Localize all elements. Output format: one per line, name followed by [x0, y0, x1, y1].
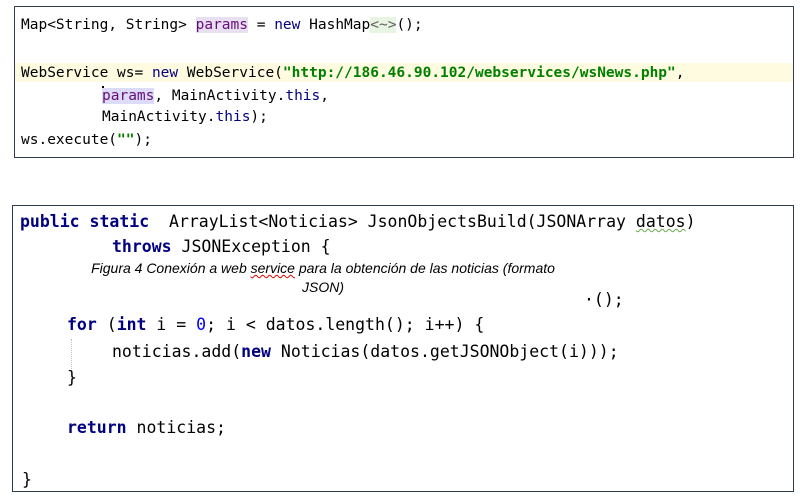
code-line-5: ws.execute(""); [21, 132, 152, 148]
code-line-2: WebService ws= new WebService("http://18… [21, 65, 685, 81]
code-line-3: params, MainActivity.this, [102, 86, 329, 104]
caption-line-1: Figura 4 Conexión a web service para la … [91, 260, 555, 276]
code-line-4: for (int i = 0; i < datos.length(); i++)… [67, 315, 485, 334]
figure-caption: Figura 4 Conexión a web service para la … [38, 259, 608, 297]
code-line-1: Map<String, String> params = new HashMap… [21, 17, 423, 33]
caption-line-2: JSON) [302, 279, 344, 295]
code-snippet-json-builder: public static ArrayList<Noticias> JsonOb… [12, 205, 794, 492]
code-line-2: throws JSONException { [112, 237, 331, 256]
code-line-5: noticias.add(new Noticias(datos.getJSONO… [112, 342, 619, 361]
code-snippet-webservice: Map<String, String> params = new HashMap… [14, 6, 794, 158]
code-line-6: } [67, 368, 77, 387]
code-line-7: return noticias; [67, 418, 226, 437]
code-line-4: MainActivity.this); [102, 109, 268, 125]
code-line-8: } [22, 470, 32, 489]
code-line-1: public static ArrayList<Noticias> JsonOb… [20, 212, 696, 231]
